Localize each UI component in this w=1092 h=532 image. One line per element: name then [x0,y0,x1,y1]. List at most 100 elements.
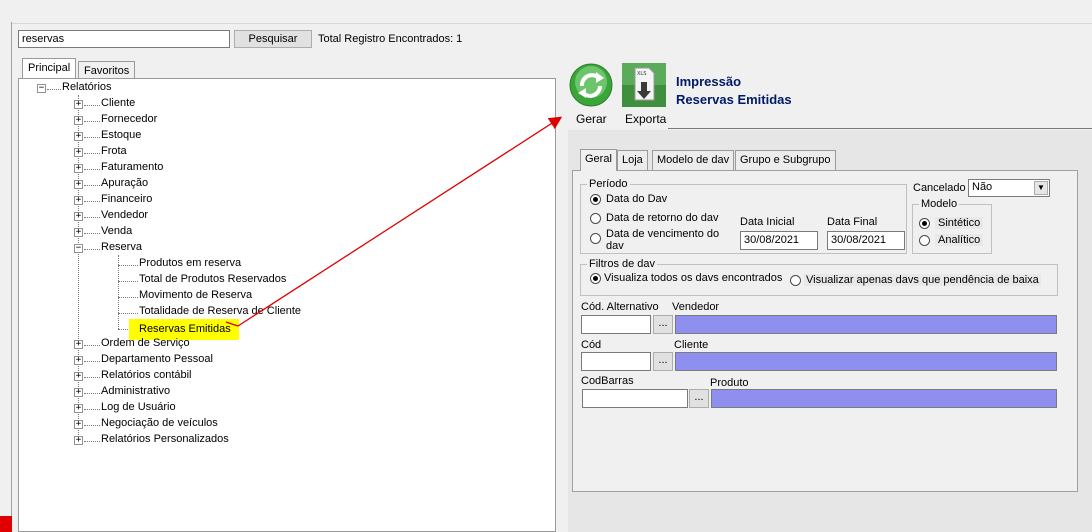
tree-item-fornecedor[interactable]: Fornecedor [101,113,157,125]
tab-modelo-de-dav[interactable]: Modelo de dav [652,150,735,170]
expand-icon[interactable]: + [74,180,83,189]
cancelado-select[interactable]: Não ▼ [968,179,1050,197]
tree-item-ordem-de-servico[interactable]: Ordem de Serviço [101,337,190,349]
data-final-label: Data Final [827,216,878,228]
cod-alternativo-label: Cód. Alternativo [581,301,659,313]
codbarras-field[interactable] [582,389,688,408]
tab-grupo-subgrupo[interactable]: Grupo e Subgrupo [735,150,836,170]
expand-icon[interactable]: + [74,116,83,125]
cod-label: Cód [581,339,602,351]
codbarras-label: CodBarras [581,375,634,387]
modelo-legend: Modelo [921,198,958,210]
search-button[interactable]: Pesquisar [234,30,312,48]
tab-geral[interactable]: Geral [580,149,617,171]
label-data-vencimento-cont: dav [606,240,624,252]
label-data-vencimento: Data de vencimento do [606,228,720,240]
cod-field[interactable] [581,352,651,371]
label-data-retorno: Data de retorno do dav [606,212,719,224]
tree-root-relatorios[interactable]: Relatórios [62,81,112,93]
radio-data-retorno[interactable] [590,213,601,224]
expand-icon[interactable]: + [74,100,83,109]
label-pendencia-baixa: Visualizar apenas davs que pendência de … [804,274,1041,286]
total-records-text: Total Registro Encontrados: 1 [318,33,463,45]
expand-icon[interactable]: + [74,420,83,429]
export-xls-icon[interactable]: XLS [621,62,667,108]
expand-icon[interactable]: + [74,372,83,381]
top-band [0,0,1092,24]
tree-item-faturamento[interactable]: Faturamento [101,161,163,173]
tree-item-movimento-de-reserva[interactable]: Movimento de Reserva [139,289,252,301]
left-red-marker [0,516,12,532]
label-analitico: Analítico [935,234,984,246]
produto-label: Produto [710,377,749,389]
tree-item-total-produtos-reservados[interactable]: Total de Produtos Reservados [139,273,286,285]
data-final-field[interactable]: 30/08/2021 [827,231,905,250]
vendedor-lookup-button[interactable]: ... [653,315,673,334]
produto-lookup-button[interactable]: ... [689,389,709,408]
gerar-label[interactable]: Gerar [576,112,607,126]
tree-item-frota[interactable]: Frota [101,145,127,157]
cancelado-value: Não [972,181,993,193]
radio-sintetico[interactable] [919,218,930,229]
label-sintetico: Sintético [935,217,984,229]
cancelado-label: Cancelado [913,182,966,194]
radio-todos-davs[interactable] [590,273,601,284]
cliente-field[interactable] [675,352,1057,371]
radio-data-vencimento[interactable] [590,233,601,244]
expand-icon[interactable]: + [74,404,83,413]
expand-icon[interactable]: + [74,228,83,237]
tree-item-departamento-pessoal[interactable]: Departamento Pessoal [101,353,213,365]
svg-text:XLS: XLS [637,71,646,77]
cliente-label: Cliente [674,339,709,351]
tree-item-produtos-em-reserva[interactable]: Produtos em reserva [139,257,241,269]
tree-item-reserva[interactable]: Reserva [101,241,142,253]
data-inicial-field[interactable]: 30/08/2021 [740,231,818,250]
periodo-legend: Período [589,178,628,190]
tree-item-totalidade-reserva-cliente[interactable]: Totalidade de Reserva de Cliente [139,305,301,317]
expand-icon[interactable]: + [74,212,83,221]
tree-item-apuracao[interactable]: Apuração [101,177,148,189]
tree-item-vendedor[interactable]: Vendedor [101,209,148,221]
expand-icon[interactable]: + [74,436,83,445]
tree-item-relatorios-contabil[interactable]: Relatórios contábil [101,369,192,381]
tree-item-cliente[interactable]: Cliente [101,97,135,109]
vendedor-field[interactable] [675,315,1057,334]
expand-icon[interactable]: + [74,356,83,365]
expand-icon[interactable]: + [74,132,83,141]
report-tree: − Relatórios + Cliente + Fornecedor + Es… [18,78,556,532]
tab-loja[interactable]: Loja [617,150,648,170]
tree-item-negociacao-de-veiculos[interactable]: Negociação de veículos [101,417,218,429]
expand-icon[interactable]: + [74,196,83,205]
tree-item-log-de-usuario[interactable]: Log de Usuário [101,401,176,413]
collapse-icon[interactable]: − [37,84,46,93]
collapse-icon[interactable]: − [74,244,83,253]
expand-icon[interactable]: + [74,388,83,397]
filtros-legend: Filtros de dav [589,258,656,270]
search-input[interactable] [18,30,230,48]
refresh-icon[interactable] [568,62,614,108]
cliente-lookup-button[interactable]: ... [653,352,673,371]
cod-alternativo-field[interactable] [581,315,651,334]
expand-icon[interactable]: + [74,164,83,173]
tree-item-financeiro[interactable]: Financeiro [101,193,152,205]
radio-pendencia-baixa[interactable] [790,275,801,286]
header-divider [668,128,1092,129]
data-inicial-label: Data Inicial [740,216,795,228]
page-title-line1: Impressão [676,74,742,89]
produto-field[interactable] [711,389,1057,408]
radio-analitico[interactable] [919,235,930,246]
exporta-label[interactable]: Exporta [625,112,666,126]
tree-item-relatorios-personalizados[interactable]: Relatórios Personalizados [101,433,229,445]
tree-item-venda[interactable]: Venda [101,225,132,237]
radio-data-do-dav[interactable] [590,194,601,205]
left-panel-edge [0,22,12,532]
tree-item-administrativo[interactable]: Administrativo [101,385,170,397]
expand-icon[interactable]: + [74,148,83,157]
tab-principal[interactable]: Principal [22,58,77,79]
expand-icon[interactable]: + [74,340,83,349]
tree-item-estoque[interactable]: Estoque [101,129,141,141]
label-data-do-dav: Data do Dav [606,193,668,205]
chevron-down-icon[interactable]: ▼ [1034,181,1048,195]
vendedor-label: Vendedor [672,301,720,313]
page-title-line2: Reservas Emitidas [676,92,792,107]
